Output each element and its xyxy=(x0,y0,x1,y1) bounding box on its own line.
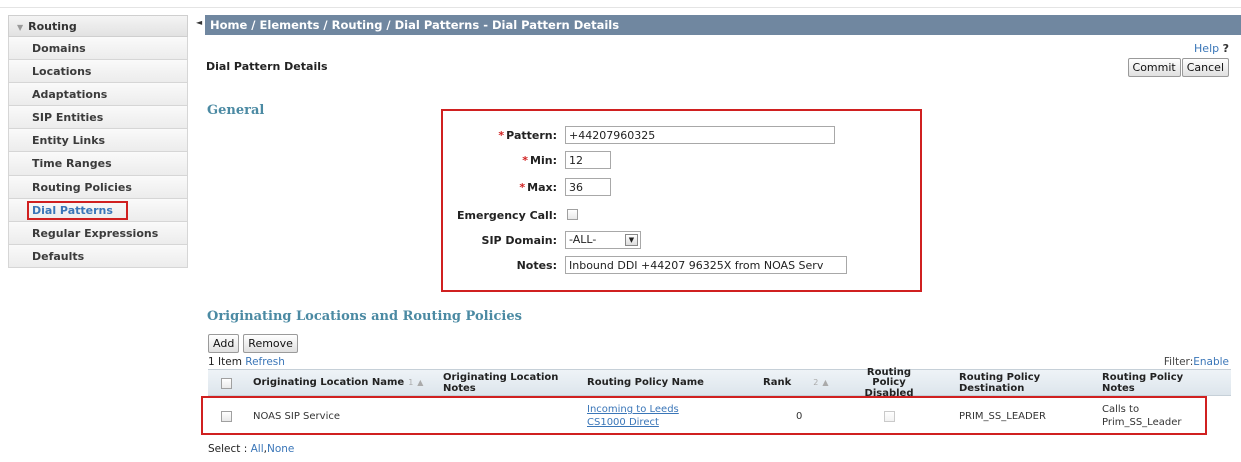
sidebar-item-label: SIP Entities xyxy=(32,111,104,125)
top-border xyxy=(0,0,1241,8)
required-mark: * xyxy=(498,129,505,142)
required-mark: * xyxy=(522,154,529,167)
col-policy-notes[interactable]: Routing Policy Notes xyxy=(1102,370,1202,397)
general-form-highlight: *Pattern: *Min: *Max: Emergency Call: SI… xyxy=(441,109,922,292)
max-label: * Max: xyxy=(519,181,557,194)
sidebar-item-locations[interactable]: Locations xyxy=(8,60,188,84)
col-rank[interactable]: Rank 2 ▲ xyxy=(763,370,828,397)
select-line: Select : All,None xyxy=(208,443,295,455)
select-all-checkbox[interactable] xyxy=(221,378,232,389)
col-disabled-label: Routing Policy Disabled xyxy=(864,366,914,399)
select-all-checkbox-cell xyxy=(221,370,232,397)
add-button[interactable]: Add xyxy=(208,334,240,353)
help-label: Help xyxy=(1194,42,1220,55)
top-actions: Commit Cancel xyxy=(1127,58,1229,77)
help-icon: ? xyxy=(1222,42,1229,55)
col-location-notes[interactable]: Originating Location Notes xyxy=(443,370,563,397)
emergency-call-label: Emergency Call: xyxy=(457,209,557,222)
sidebar-item-label: Locations xyxy=(32,65,92,79)
originating-section-title: Originating Locations and Routing Polici… xyxy=(207,309,522,324)
sort-order-1: 1 xyxy=(408,378,414,388)
select-none-link[interactable]: None xyxy=(267,443,294,455)
sidebar-header-label: Routing xyxy=(28,20,77,33)
col-policy-name[interactable]: Routing Policy Name xyxy=(587,370,704,397)
sidebar-item-adaptations[interactable]: Adaptations xyxy=(8,83,188,107)
row-highlight xyxy=(201,396,1207,435)
sidebar-item-routing-policies[interactable]: Routing Policies xyxy=(8,175,188,199)
filter-label: Filter: xyxy=(1163,356,1194,368)
sidebar-item-label: Domains xyxy=(32,42,86,55)
pattern-label-text: Pattern: xyxy=(506,129,557,142)
sidebar-item-label: Regular Expressions xyxy=(32,226,159,240)
sidebar-item-defaults[interactable]: Defaults xyxy=(8,244,188,268)
items-count: 1 Item xyxy=(208,356,242,368)
sidebar-item-time-ranges[interactable]: Time Ranges xyxy=(8,152,188,176)
filter-enable-link[interactable]: Enable xyxy=(1193,356,1229,368)
sidebar-nav: ▼ Routing Domains Locations Adaptations S… xyxy=(8,15,188,268)
min-label: * Min: xyxy=(522,154,557,167)
sort-order-2: 2 xyxy=(813,378,819,388)
sidebar-item-sip-entities[interactable]: SIP Entities xyxy=(8,106,188,130)
max-label-text: Max: xyxy=(527,181,557,194)
sort-asc-icon: ▲ xyxy=(417,378,424,388)
sidebar-header[interactable]: ▼ Routing xyxy=(8,15,188,37)
min-label-text: Min: xyxy=(530,154,557,167)
col-location-notes-label: Originating Location Notes xyxy=(443,372,559,394)
help-link[interactable]: Help ? xyxy=(1194,42,1229,55)
col-destination-label: Routing Policy Destination xyxy=(959,372,1041,394)
notes-row: Notes: xyxy=(443,256,920,276)
sidebar-item-label: Adaptations xyxy=(32,88,108,102)
sidebar-item-label: Dial Patterns xyxy=(27,200,128,220)
sidebar-item-entity-links[interactable]: Entity Links xyxy=(8,129,188,153)
pattern-label: * Pattern: xyxy=(498,129,557,142)
chevron-down-icon: ▼ xyxy=(625,234,638,246)
select-label: Select : xyxy=(208,443,248,455)
emergency-row: Emergency Call: xyxy=(443,206,920,226)
cancel-button[interactable]: Cancel xyxy=(1181,58,1229,77)
pattern-input[interactable] xyxy=(565,126,835,144)
sidebar-item-label: Time Ranges xyxy=(32,157,112,171)
emergency-call-checkbox[interactable] xyxy=(567,209,578,220)
sidebar-item-regular-expressions[interactable]: Regular Expressions xyxy=(8,221,188,245)
sip-domain-select[interactable]: -ALL- ▼ xyxy=(565,231,641,249)
col-location-name[interactable]: Originating Location Name 1 ▲ xyxy=(253,370,423,397)
sidebar-item-label: Entity Links xyxy=(32,134,106,148)
breadcrumb: Home / Elements / Routing / Dial Pattern… xyxy=(205,15,1241,35)
col-policy-name-label: Routing Policy Name xyxy=(587,377,704,389)
collapse-triangle-icon: ▼ xyxy=(17,23,24,32)
sidebar-item-label: Routing Policies xyxy=(32,180,132,194)
max-input[interactable] xyxy=(565,178,611,196)
notes-input[interactable] xyxy=(565,256,847,274)
sip-domain-value: -ALL- xyxy=(569,233,597,246)
col-location-name-label: Originating Location Name xyxy=(253,377,405,389)
pattern-row: * Pattern: xyxy=(443,126,920,146)
general-section-title: General xyxy=(207,103,265,118)
sort-asc-icon: ▲ xyxy=(822,378,829,388)
sip-domain-row: SIP Domain: -ALL- ▼ xyxy=(443,231,920,251)
items-count-line: 1 Item Refresh xyxy=(208,356,285,368)
sidebar-item-domains[interactable]: Domains xyxy=(8,37,188,61)
col-disabled[interactable]: Routing Policy Disabled xyxy=(849,366,929,399)
notes-label: Notes: xyxy=(516,259,557,272)
sip-domain-label: SIP Domain: xyxy=(481,234,557,247)
filter-control: Filter:Enable xyxy=(1164,356,1229,368)
select-all-link[interactable]: All xyxy=(251,443,264,455)
sidebar-item-dial-patterns[interactable]: Dial Patterns xyxy=(8,198,188,222)
col-policy-notes-label: Routing Policy Notes xyxy=(1102,372,1184,394)
max-row: * Max: xyxy=(443,178,920,198)
col-destination[interactable]: Routing Policy Destination xyxy=(959,370,1059,397)
col-rank-label: Rank xyxy=(763,377,792,389)
refresh-link[interactable]: Refresh xyxy=(245,356,285,368)
page-title: Dial Pattern Details xyxy=(206,60,328,73)
required-mark: * xyxy=(519,181,526,194)
commit-button[interactable]: Commit xyxy=(1127,58,1181,77)
min-input[interactable] xyxy=(565,151,611,169)
remove-button[interactable]: Remove xyxy=(243,334,298,353)
table-actions: Add Remove xyxy=(208,334,302,353)
min-row: * Min: xyxy=(443,151,920,171)
collapse-sidebar-icon[interactable]: ◄ xyxy=(196,18,202,27)
table-header: Originating Location Name 1 ▲ Originating … xyxy=(208,366,1231,399)
sidebar-item-label: Defaults xyxy=(32,249,85,263)
